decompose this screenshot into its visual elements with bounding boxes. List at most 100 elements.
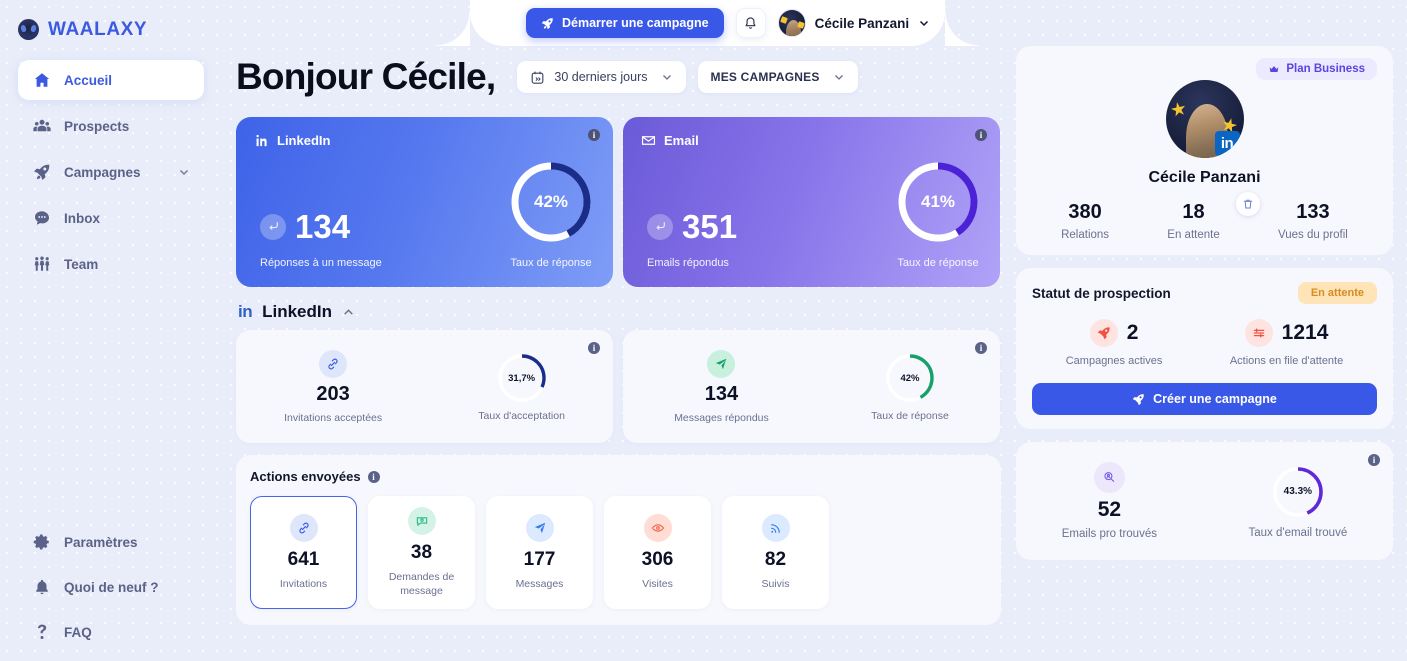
greeting-row: Bonjour Cécile, 30 derniers jours MES CA… bbox=[234, 46, 1000, 108]
plan-badge[interactable]: Plan Business bbox=[1256, 58, 1377, 80]
info-icon[interactable]: i bbox=[975, 129, 987, 141]
sidebar-item-parametres[interactable]: Paramètres bbox=[18, 522, 204, 562]
action-value: 641 bbox=[287, 548, 320, 570]
queued-actions-stat: 1214 Actions en file d'attente bbox=[1230, 319, 1343, 367]
sidebar-item-inbox[interactable]: Inbox bbox=[18, 198, 204, 238]
linkedin-summary-card: i LinkedIn 134 Réponses à un message 42%… bbox=[236, 117, 613, 287]
rate-block: 31,7% Taux d'acceptation bbox=[478, 351, 565, 422]
stat-value: 18 bbox=[1182, 201, 1205, 223]
action-card-messages[interactable]: 177 Messages bbox=[486, 496, 593, 609]
start-campaign-button[interactable]: Démarrer une campagne bbox=[526, 8, 724, 38]
sidebar-item-accueil[interactable]: Accueil bbox=[18, 60, 204, 100]
platform-summary-row: i LinkedIn 134 Réponses à un message 42%… bbox=[234, 117, 1000, 287]
brand: WAALAXY bbox=[0, 0, 222, 46]
message-request-icon bbox=[407, 507, 436, 536]
sidebar-item-team[interactable]: Team bbox=[18, 244, 204, 284]
rate-value: 42% bbox=[533, 192, 569, 211]
rate-caption: Taux de réponse bbox=[871, 410, 949, 422]
email-search-icon bbox=[1093, 461, 1125, 493]
campaign-select[interactable]: MES CAMPAGNES bbox=[697, 61, 858, 93]
date-range-select[interactable]: 30 derniers jours bbox=[517, 61, 686, 93]
profile-card: Plan Business in Cécile Panzani 380 Rela… bbox=[1016, 46, 1393, 255]
metric-caption: Emails pro trouvés bbox=[1061, 528, 1157, 541]
action-label: Demandes de message bbox=[388, 571, 455, 597]
action-value: 177 bbox=[523, 548, 556, 570]
card-header: LinkedIn bbox=[254, 133, 595, 148]
prospection-status-card: Statut de prospection En attente 2 Campa… bbox=[1016, 268, 1393, 429]
sidebar-bottom-nav: Paramètres Quoi de neuf ? FAQ bbox=[0, 522, 222, 657]
notifications-button[interactable] bbox=[735, 8, 766, 38]
link-icon bbox=[319, 349, 348, 378]
trash-icon bbox=[1243, 199, 1253, 209]
action-label: Visites bbox=[642, 577, 673, 590]
brand-name: WAALAXY bbox=[48, 18, 148, 40]
action-value: 306 bbox=[641, 548, 674, 570]
stat-value: 1214 bbox=[1281, 321, 1329, 344]
action-label: Messages bbox=[515, 577, 564, 590]
rss-icon bbox=[761, 513, 790, 542]
linkedin-section-header[interactable]: in LinkedIn bbox=[238, 302, 1000, 322]
waalaxy-logo-icon bbox=[18, 19, 39, 40]
user-name: Cécile Panzani bbox=[814, 15, 910, 31]
metric-block: 351 Emails répondus bbox=[641, 210, 737, 269]
card-header: Email bbox=[641, 133, 982, 148]
rocket-icon bbox=[32, 163, 51, 182]
top-header-bar: Démarrer une campagne Cécile Panzani bbox=[222, 0, 1407, 46]
bell-icon bbox=[745, 16, 756, 29]
stat-value: 380 bbox=[1068, 201, 1102, 223]
profile-name: Cécile Panzani bbox=[1148, 169, 1261, 186]
action-card-visits[interactable]: 306 Visites bbox=[604, 496, 711, 609]
metric-caption: Messages répondus bbox=[674, 411, 769, 424]
sidebar-item-faq[interactable]: FAQ bbox=[18, 612, 204, 652]
card-header: Statut de prospection En attente bbox=[1032, 282, 1377, 304]
panel-header: Actions envoyées i bbox=[250, 469, 987, 484]
info-icon[interactable]: i bbox=[588, 342, 600, 354]
sidebar: WAALAXY Accueil Prospects Campagnes Inbo… bbox=[0, 0, 222, 661]
action-card-follows[interactable]: 82 Suivis bbox=[722, 496, 829, 609]
info-icon[interactable]: i bbox=[1368, 454, 1380, 466]
info-icon[interactable]: i bbox=[975, 342, 987, 354]
profile-stat: 133 Vues du profil bbox=[1278, 201, 1348, 241]
rate-caption: Taux d'acceptation bbox=[478, 410, 565, 422]
campaign-select-value: MES CAMPAGNES bbox=[710, 70, 820, 84]
filter-group: 30 derniers jours MES CAMPAGNES bbox=[517, 61, 858, 93]
sidebar-item-campagnes[interactable]: Campagnes bbox=[18, 152, 204, 192]
link-icon bbox=[289, 513, 318, 542]
delete-pending-button[interactable] bbox=[1236, 192, 1260, 216]
calendar-icon bbox=[532, 71, 544, 84]
metric-value: 203 bbox=[316, 382, 350, 405]
sidebar-nav: Accueil Prospects Campagnes Inbox Team bbox=[0, 60, 222, 284]
rate-value: 31,7% bbox=[508, 372, 536, 384]
action-card-invitations[interactable]: 641 Invitations bbox=[250, 496, 357, 609]
chevron-up-icon[interactable] bbox=[342, 306, 355, 319]
action-cards-row: 641 Invitations 38 Demandes de message 1… bbox=[250, 496, 987, 609]
right-sidebar: Plan Business in Cécile Panzani 380 Rela… bbox=[1012, 46, 1407, 560]
linkedin-icon bbox=[256, 134, 267, 147]
rate-block: 41% Taux de réponse bbox=[894, 158, 982, 269]
stat-value: 2 bbox=[1126, 321, 1139, 344]
card-body: 351 Emails répondus 41% Taux de réponse bbox=[641, 158, 982, 269]
avatar bbox=[777, 9, 806, 37]
metric-block: 203 Invitations acceptées bbox=[284, 349, 382, 424]
sidebar-item-label: Accueil bbox=[64, 72, 113, 88]
linkedin-icon: in bbox=[238, 302, 253, 321]
metric-block: 52 Emails pro trouvés bbox=[1061, 461, 1157, 541]
sidebar-item-prospects[interactable]: Prospects bbox=[18, 106, 204, 146]
stat-label: Relations bbox=[1061, 229, 1110, 241]
action-label: Suivis bbox=[761, 577, 790, 590]
home-icon bbox=[32, 71, 51, 90]
platform-label: LinkedIn bbox=[277, 133, 331, 148]
chevron-down-icon bbox=[179, 169, 189, 176]
stat-label: En attente bbox=[1167, 229, 1220, 241]
user-menu[interactable]: Cécile Panzani bbox=[777, 9, 931, 37]
sidebar-item-quoi-de-neuf[interactable]: Quoi de neuf ? bbox=[18, 567, 204, 607]
info-icon[interactable]: i bbox=[588, 129, 600, 141]
create-campaign-label: Créer une campagne bbox=[1153, 392, 1277, 406]
stat-label: Vues du profil bbox=[1277, 229, 1348, 241]
sidebar-item-label: Prospects bbox=[64, 118, 130, 134]
chat-icon bbox=[32, 209, 51, 228]
info-icon[interactable]: i bbox=[367, 470, 380, 483]
action-card-message-requests[interactable]: 38 Demandes de message bbox=[368, 496, 475, 609]
rate-value: 43.3% bbox=[1283, 486, 1313, 497]
create-campaign-button[interactable]: Créer une campagne bbox=[1032, 383, 1377, 415]
